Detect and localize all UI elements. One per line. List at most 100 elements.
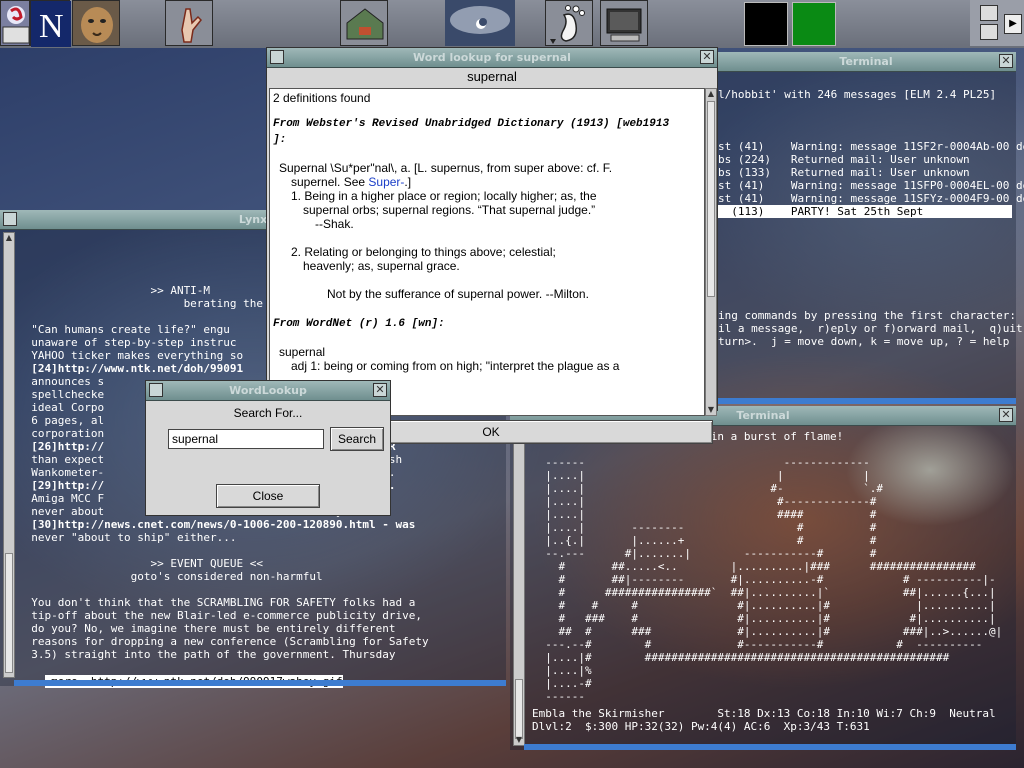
mail-list-item[interactable]: ing commands by pressing the first chara… bbox=[718, 309, 1016, 322]
mail-list-item[interactable] bbox=[718, 283, 1012, 296]
mail-list-item[interactable]: turn>. j = move down, k = move up, ? = h… bbox=[718, 335, 1012, 348]
mail-list-item[interactable]: l/hobbit' with 246 messages [ELM 2.4 PL2… bbox=[718, 88, 1012, 101]
search-button[interactable]: Search bbox=[330, 427, 384, 451]
scroll-thumb[interactable] bbox=[5, 553, 13, 673]
definition-count: 2 definitions found bbox=[273, 91, 371, 105]
map-row: |....| -------- # # bbox=[532, 521, 877, 534]
mail-list-item[interactable] bbox=[718, 296, 1012, 309]
scroll-down-icon[interactable]: ▼ bbox=[706, 405, 716, 415]
map-row: # # # #|..........|# |..........| bbox=[532, 599, 996, 612]
map-row: |....-# bbox=[532, 677, 592, 690]
mail-list-item[interactable]: il a message, r)eply or f)orward mail, q… bbox=[718, 322, 1023, 335]
mail-list-item[interactable] bbox=[718, 101, 1012, 114]
entry-head: Supernal \Su*per"nal\, a. [L. supernus, … bbox=[279, 161, 613, 175]
mail-list-item[interactable]: (113) PARTY! Sat 25th Sept bbox=[718, 205, 1012, 218]
search-input[interactable] bbox=[168, 429, 324, 449]
elm-titlebar[interactable]: Terminal ✕ bbox=[716, 52, 1016, 72]
status-line-1: Embla the Skirmisher St:18 Dx:13 Co:18 I… bbox=[532, 707, 996, 720]
word-header: supernal bbox=[467, 69, 517, 84]
lynx-text-line[interactable]: [30]http://news.cnet.com/news/0-1006-200… bbox=[18, 518, 502, 531]
lynx-scrollbar[interactable]: ▲ bbox=[3, 232, 15, 678]
scroll-thumb[interactable] bbox=[515, 679, 523, 739]
entry-etymology: supernel. See bbox=[291, 175, 369, 189]
search-prompt: Search For... bbox=[233, 406, 303, 420]
map-row: |....| #- `.# bbox=[532, 482, 883, 495]
mail-list-item[interactable] bbox=[718, 244, 1012, 257]
dict-titlebar[interactable]: Word lookup for supernal ✕ bbox=[267, 48, 717, 68]
super-link[interactable]: Super- bbox=[368, 175, 404, 189]
cougar-icon[interactable] bbox=[72, 0, 120, 46]
close-icon[interactable]: ✕ bbox=[999, 54, 1013, 68]
window-list-icon[interactable] bbox=[980, 5, 998, 21]
panel-tray: ▶ bbox=[970, 0, 1024, 46]
mail-list-item[interactable] bbox=[718, 127, 1012, 140]
source-webster: From Webster's Revised Unabridged Dictio… bbox=[273, 118, 670, 130]
panel-arrow-icon[interactable]: ▶ bbox=[1004, 14, 1022, 34]
mail-list-item[interactable]: st (41) Warning: message 11SF2r-0004Ab-0… bbox=[718, 140, 1024, 153]
scroll-thumb[interactable] bbox=[707, 101, 715, 297]
scroll-down-icon[interactable]: ▼ bbox=[514, 735, 524, 745]
elm-terminal-window: Terminal ✕ l/hobbit' with 246 messages [… bbox=[716, 52, 1024, 404]
map-row: |....|% bbox=[532, 664, 592, 677]
mail-list-item[interactable] bbox=[718, 270, 1012, 283]
close-button[interactable]: Close bbox=[216, 484, 320, 508]
window-bottom-bar bbox=[14, 680, 506, 686]
nethack-scrollbar[interactable]: ▲ ▼ bbox=[513, 428, 525, 746]
mail-list-item[interactable]: bs (133) Returned mail: User unknown bbox=[718, 166, 1012, 179]
lynx-text-line: goto's considered non-harmful bbox=[18, 570, 323, 583]
search-titlebar[interactable]: WordLookup ✕ bbox=[146, 381, 390, 401]
map-row: ---.--# # #-----------# # ---------- bbox=[532, 638, 983, 651]
lynx-text-line: reasons for dropping a new conference (S… bbox=[18, 635, 429, 648]
mail-list-item[interactable] bbox=[718, 257, 1012, 270]
mail-list-item[interactable]: st (41) Warning: message 11SFYz-0004F9-0… bbox=[718, 192, 1024, 205]
lynx-text-line: You don't think that the SCRAMBLING FOR … bbox=[18, 596, 416, 609]
definition-1b: supernal orbs; supernal regions. “That s… bbox=[303, 203, 596, 217]
window-title: WordLookup bbox=[229, 384, 307, 397]
gnome-foot-icon[interactable] bbox=[545, 0, 593, 46]
map-row: |....| #### # bbox=[532, 508, 877, 521]
dungeon-map: ------ ------------- |....| | | |....| #… bbox=[532, 443, 1012, 703]
pager-desktop-2[interactable] bbox=[792, 2, 836, 46]
map-row: # ### # #|..........|# #|..........| bbox=[532, 612, 996, 625]
lynx-text-line bbox=[18, 544, 502, 557]
map-row: # ##.....<.. |..........|### ###########… bbox=[532, 560, 976, 573]
mail-list-item[interactable] bbox=[718, 231, 1012, 244]
pager-desktop-1[interactable] bbox=[744, 2, 788, 46]
mail-list-item[interactable]: st (41) Warning: message 11SFP0-0004EL-0… bbox=[718, 179, 1024, 192]
definition-scrollbar[interactable]: ▲ ▼ bbox=[705, 88, 717, 416]
wordnet-word: supernal bbox=[279, 345, 326, 359]
scroll-up-icon[interactable]: ▲ bbox=[706, 89, 716, 99]
terminal-monitor-icon[interactable] bbox=[600, 0, 648, 46]
nethack-terminal-window: Terminal ✕ ▲ ▼ Your sacrifice is consume… bbox=[510, 406, 1016, 750]
map-row: # ##|-------- #|..........-# # ---------… bbox=[532, 573, 996, 586]
mail-list-item[interactable] bbox=[718, 114, 1012, 127]
status-line-2: Dlvl:2 $:300 HP:32(32) Pw:4(4) AC:6 Xp:3… bbox=[532, 720, 870, 733]
toolbox-icon[interactable] bbox=[340, 0, 388, 46]
moon-clock-icon bbox=[445, 0, 515, 46]
scroll-up-icon[interactable]: ▲ bbox=[4, 233, 14, 243]
definition-text-area[interactable]: 2 definitions found From Webster's Revis… bbox=[269, 88, 705, 416]
source-wordnet: From WordNet (r) 1.6 [wn]: bbox=[273, 318, 445, 330]
lynx-status-line: -more- http://www.ntk.net/doh/990917wahe… bbox=[18, 662, 343, 688]
window-title: Word lookup for supernal bbox=[413, 51, 571, 64]
close-icon[interactable]: ✕ bbox=[999, 408, 1013, 422]
word-search-window: WordLookup ✕ Search For... Search Close bbox=[145, 380, 391, 516]
lynx-text-line: do you? No, we imagine there must be ent… bbox=[18, 622, 396, 635]
close-icon[interactable]: ✕ bbox=[700, 50, 714, 64]
mail-list-item[interactable] bbox=[718, 218, 1012, 231]
entry-etymology-end: .] bbox=[404, 175, 412, 189]
map-row: ## # ### #|..........|# ###|..>......@| bbox=[532, 625, 1003, 638]
elm-message-list[interactable]: l/hobbit' with 246 messages [ELM 2.4 PL2… bbox=[718, 88, 1024, 348]
close-icon[interactable]: ✕ bbox=[373, 383, 387, 397]
netscape-icon[interactable]: N bbox=[30, 0, 71, 47]
nethack-content[interactable]: Your sacrifice is consumed in a burst of… bbox=[532, 430, 1012, 733]
map-row: |..{.| |......+ # # bbox=[532, 534, 877, 547]
show-desktop-icon[interactable] bbox=[980, 24, 998, 40]
hand-icon[interactable] bbox=[165, 0, 213, 46]
map-row: # ################` ##|..........|` ##|.… bbox=[532, 586, 996, 599]
debian-swirl-icon[interactable] bbox=[0, 0, 30, 46]
map-row bbox=[532, 443, 1012, 456]
lynx-text-line: tip-off about the new Blair-led e-commer… bbox=[18, 609, 422, 622]
mail-list-item[interactable]: bs (224) Returned mail: User unknown bbox=[718, 153, 1012, 166]
window-bottom-bar bbox=[524, 744, 1016, 750]
